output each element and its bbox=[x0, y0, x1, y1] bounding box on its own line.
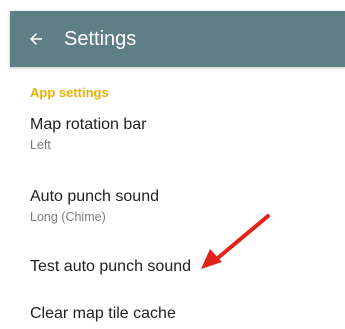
pref-title: Auto punch sound bbox=[30, 188, 159, 205]
pref-title: Test auto punch sound bbox=[30, 258, 192, 275]
pref-test-auto-punch-sound[interactable]: Test auto punch sound bbox=[10, 246, 345, 290]
back-button[interactable] bbox=[12, 11, 60, 67]
pref-auto-punch-sound[interactable]: Auto punch sound Long (Chime) bbox=[10, 176, 345, 232]
arrow-back-icon bbox=[30, 33, 42, 45]
pref-map-rotation-bar[interactable]: Map rotation bar Left bbox=[10, 104, 345, 160]
pref-summary: Long (Chime) bbox=[30, 210, 106, 224]
app-bar: Settings bbox=[10, 11, 345, 67]
section-header-app-settings: App settings bbox=[30, 85, 109, 100]
page-title: Settings bbox=[64, 27, 137, 50]
pref-clear-map-tile-cache[interactable]: Clear map tile cache bbox=[10, 294, 345, 329]
pref-title: Map rotation bar bbox=[30, 116, 147, 133]
settings-screen: Settings App settings Map rotation bar L… bbox=[0, 0, 345, 329]
pref-summary: Left bbox=[30, 138, 51, 152]
pref-title: Clear map tile cache bbox=[30, 305, 176, 322]
